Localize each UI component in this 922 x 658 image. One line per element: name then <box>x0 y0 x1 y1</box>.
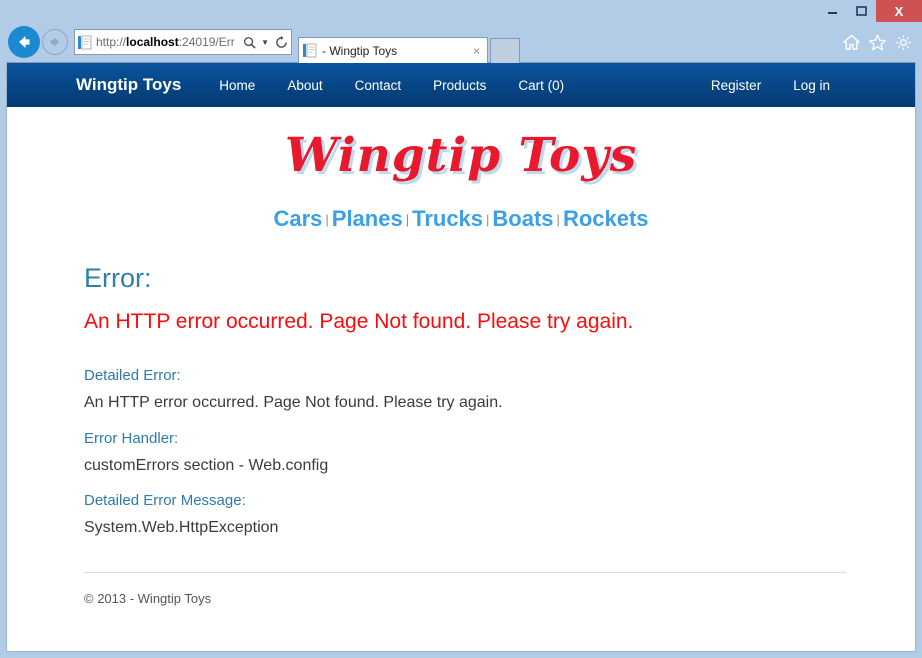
category-link-trucks[interactable]: Trucks <box>412 206 483 231</box>
browser-viewport: Wingtip Toys Home About Contact Products… <box>6 62 916 652</box>
favorites-star-icon[interactable] <box>869 34 886 51</box>
nav-item-products[interactable]: Products <box>417 78 502 93</box>
maximize-icon <box>855 5 868 17</box>
tools-gear-icon[interactable] <box>895 34 912 51</box>
forward-arrow-icon <box>47 34 63 50</box>
back-button[interactable] <box>8 26 40 58</box>
footer-divider <box>84 572 846 573</box>
category-separator: | <box>554 212 563 227</box>
detail-value-detailed-error-message: System.Web.HttpException <box>84 517 846 539</box>
page-body: Wingtip Toys Cars|Planes|Trucks|Boats|Ro… <box>7 107 915 651</box>
category-separator: | <box>483 212 492 227</box>
minimize-button[interactable] <box>818 0 847 22</box>
error-content: Error: An HTTP error occurred. Page Not … <box>76 262 846 606</box>
url-text: http://localhost:24019/Err <box>96 35 239 49</box>
category-separator: | <box>322 212 331 227</box>
browser-window: X <box>0 0 922 658</box>
close-icon: X <box>895 4 904 19</box>
detail-label-detailed-error: Detailed Error: <box>84 365 846 386</box>
maximize-button[interactable] <box>847 0 876 22</box>
title-bar: X <box>0 0 922 22</box>
account-nav-links: Register Log in <box>695 78 846 93</box>
nav-item-about[interactable]: About <box>271 78 338 93</box>
site-brand[interactable]: Wingtip Toys <box>76 75 181 95</box>
tab-favicon-icon <box>303 43 317 58</box>
minimize-icon <box>826 5 839 17</box>
primary-nav-links: Home About Contact Products Cart (0) <box>203 78 580 93</box>
detail-label-detailed-error-message: Detailed Error Message: <box>84 490 846 511</box>
nav-item-register[interactable]: Register <box>695 78 777 93</box>
content-container: Wingtip Toys Cars|Planes|Trucks|Boats|Ro… <box>76 107 846 606</box>
category-links: Cars|Planes|Trucks|Boats|Rockets <box>76 206 846 232</box>
new-tab-button[interactable] <box>490 38 520 63</box>
address-bar[interactable]: http://localhost:24019/Err ▼ <box>74 29 292 55</box>
category-link-boats[interactable]: Boats <box>492 206 553 231</box>
browser-toolbar: http://localhost:24019/Err ▼ <box>0 22 922 62</box>
site-logo: Wingtip Toys <box>76 121 846 186</box>
chevron-down-icon[interactable]: ▼ <box>261 38 269 47</box>
category-link-cars[interactable]: Cars <box>273 206 322 231</box>
nav-item-home[interactable]: Home <box>203 78 271 93</box>
error-heading: Error: <box>84 262 846 294</box>
site-navigation-bar: Wingtip Toys Home About Contact Products… <box>7 63 915 107</box>
error-details: Detailed Error: An HTTP error occurred. … <box>84 365 846 539</box>
nav-item-contact[interactable]: Contact <box>339 78 418 93</box>
category-link-rockets[interactable]: Rockets <box>563 206 649 231</box>
tab-close-icon[interactable]: × <box>470 45 483 57</box>
browser-tab[interactable]: - Wingtip Toys × <box>298 37 488 63</box>
category-link-planes[interactable]: Planes <box>332 206 403 231</box>
search-icon[interactable] <box>243 36 256 49</box>
detail-label-error-handler: Error Handler: <box>84 428 846 449</box>
nav-item-cart[interactable]: Cart (0) <box>502 78 580 93</box>
detail-value-detailed-error: An HTTP error occurred. Page Not found. … <box>84 392 846 414</box>
page-document-icon <box>78 35 92 50</box>
footer-copyright: © 2013 - Wingtip Toys <box>84 591 846 606</box>
tab-title: - Wingtip Toys <box>322 44 465 58</box>
detail-value-error-handler: customErrors section - Web.config <box>84 455 846 477</box>
browser-toolbar-icons <box>843 34 922 51</box>
refresh-icon[interactable] <box>275 36 288 49</box>
close-button[interactable]: X <box>876 0 922 22</box>
back-arrow-icon <box>14 32 34 52</box>
site-navigation-inner: Wingtip Toys Home About Contact Products… <box>76 75 846 95</box>
category-separator: | <box>403 212 412 227</box>
nav-item-login[interactable]: Log in <box>777 78 846 93</box>
navigation-arrows <box>4 26 68 58</box>
home-icon[interactable] <box>843 34 860 51</box>
error-message: An HTTP error occurred. Page Not found. … <box>84 308 846 335</box>
forward-button[interactable] <box>42 29 68 55</box>
